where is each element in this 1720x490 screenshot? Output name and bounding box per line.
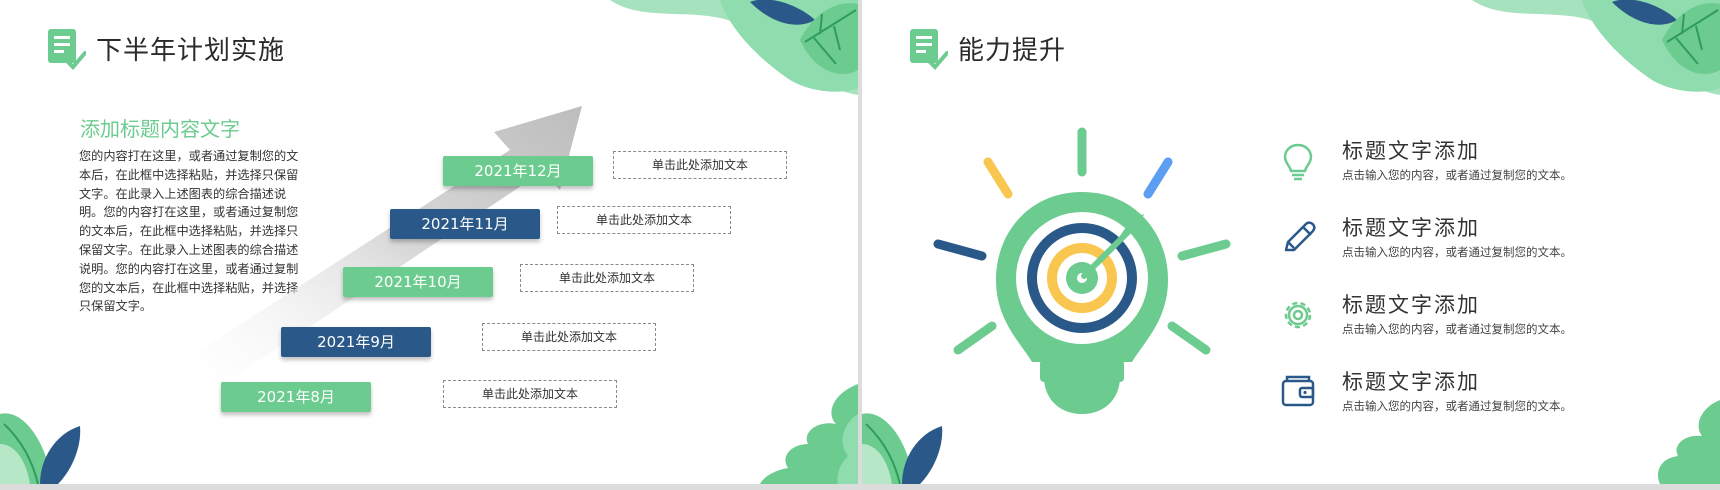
slide-plan-implementation[interactable]: 下半年计划实施 添加标题内容文字 您的内容打在这里，或者通过复制您的文本后，在此… <box>0 0 858 484</box>
timeline-textbox-dec[interactable]: 单击此处添加文本 <box>613 151 787 179</box>
feature-title: 标题文字添加 <box>1342 293 1480 317</box>
timeline-date-sep: 2021年9月 <box>281 327 431 357</box>
feature-title: 标题文字添加 <box>1342 370 1480 394</box>
gear-icon <box>1284 301 1312 329</box>
timeline-date-nov: 2021年11月 <box>390 209 540 239</box>
feature-item-4[interactable]: 标题文字添加 点击输入您的内容，或者通过复制您的文本。 <box>1278 366 1698 426</box>
feature-description: 点击输入您的内容，或者通过复制您的文本。 <box>1342 322 1572 336</box>
feature-item-2[interactable]: 标题文字添加 点击输入您的内容，或者通过复制您的文本。 <box>1278 212 1698 272</box>
timeline-date-oct: 2021年10月 <box>343 267 493 297</box>
timeline-date-dec: 2021年12月 <box>443 156 593 186</box>
lightbulb-icon <box>1283 143 1313 181</box>
timeline-textbox-aug[interactable]: 单击此处添加文本 <box>443 380 617 408</box>
feature-item-3[interactable]: 标题文字添加 点击输入您的内容，或者通过复制您的文本。 <box>1278 289 1698 349</box>
feature-title: 标题文字添加 <box>1342 216 1480 240</box>
slide-ability-improvement[interactable]: 能力提升 标题文字添加 点击输入您的内容，或者通过复制您的文本。 标题文字添加 … <box>862 0 1720 484</box>
timeline-textbox-sep[interactable]: 单击此处添加文本 <box>482 323 656 351</box>
pencil-icon <box>1284 221 1316 252</box>
timeline-date-aug: 2021年8月 <box>221 382 371 412</box>
feature-item-1[interactable]: 标题文字添加 点击输入您的内容，或者通过复制您的文本。 <box>1278 135 1698 195</box>
timeline-textbox-nov[interactable]: 单击此处添加文本 <box>557 206 731 234</box>
feature-description: 点击输入您的内容，或者通过复制您的文本。 <box>1342 168 1572 182</box>
growth-arrow-graphic <box>170 106 582 400</box>
wallet-icon <box>1281 375 1315 407</box>
feature-title: 标题文字添加 <box>1342 139 1480 163</box>
feature-description: 点击输入您的内容，或者通过复制您的文本。 <box>1342 245 1572 259</box>
timeline-textbox-oct[interactable]: 单击此处添加文本 <box>520 264 694 292</box>
feature-description: 点击输入您的内容，或者通过复制您的文本。 <box>1342 399 1572 413</box>
